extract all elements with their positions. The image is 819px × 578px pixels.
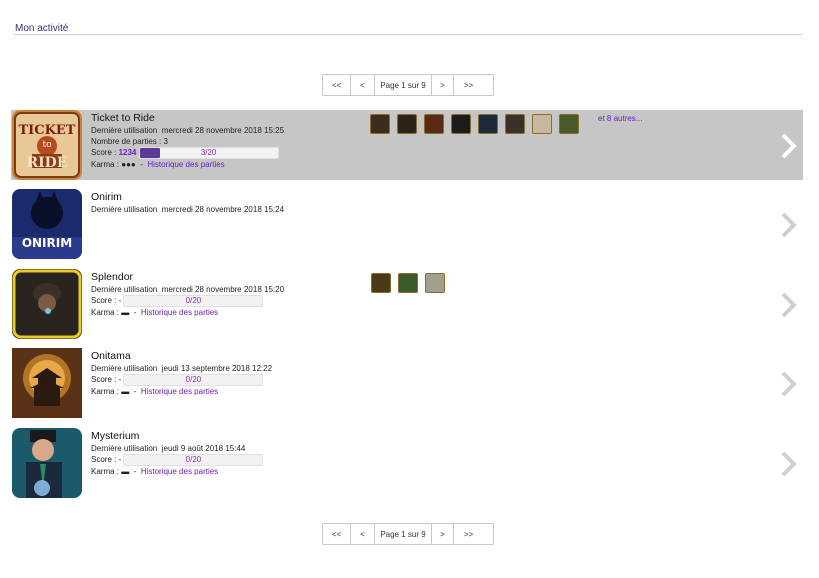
trophy-icon[interactable]	[532, 114, 552, 134]
more-trophies-link[interactable]: et 8 autres...	[598, 114, 642, 123]
progress-text: 0/20	[185, 455, 202, 464]
karma-value: ▬	[121, 387, 130, 396]
trophy-icon[interactable]	[424, 114, 444, 134]
trophy-list	[370, 114, 579, 134]
parties-count: Nombre de parties : 3	[91, 137, 168, 146]
page-indicator: Page 1 sur 9	[375, 75, 432, 95]
game-title[interactable]: Onitama	[91, 350, 272, 363]
progress-bar: 0/20	[123, 374, 264, 386]
game-info: Mysterium Dernière utilisation jeudi 9 a…	[91, 430, 264, 477]
progress-bar: 0/20	[123, 454, 264, 466]
last-used-line: Dernière utilisation jeudi 13 septembre …	[91, 364, 273, 373]
trophy-icon[interactable]	[397, 114, 417, 134]
game-row-onirim[interactable]: ONIRIM Onirim Dernière utilisation mercr…	[11, 189, 803, 259]
game-thumbnail-onitama[interactable]	[12, 348, 82, 418]
trophy-icon[interactable]	[559, 114, 579, 134]
last-used-date: mercredi 28 novembre 2018 15:20	[161, 285, 285, 294]
last-used-date: mercredi 28 novembre 2018 15:25	[161, 126, 285, 135]
history-link[interactable]: Historique des parties	[147, 160, 224, 169]
karma-line: Karma : ●●● - Historique des parties	[91, 160, 225, 169]
trophy-icon[interactable]	[451, 114, 471, 134]
game-info: Onitama Dernière utilisation jeudi 13 se…	[91, 350, 272, 397]
score-value: 1234	[118, 148, 137, 158]
history-link[interactable]: Historique des parties	[141, 467, 218, 476]
trophy-icon[interactable]	[505, 114, 525, 134]
thumb-text-onirim: ONIRIM	[22, 236, 72, 250]
game-info: Onirim Dernière utilisation mercredi 28 …	[91, 191, 284, 215]
first-page-button[interactable]: <<	[323, 524, 351, 544]
chevron-right-icon[interactable]	[779, 291, 799, 319]
chevron-right-icon[interactable]	[779, 132, 799, 160]
karma-line: Karma : ▬ - Historique des parties	[91, 387, 219, 396]
first-page-button[interactable]: <<	[323, 75, 351, 95]
progress-text: 3/20	[200, 148, 217, 157]
next-page-button[interactable]: >	[432, 524, 454, 544]
last-used-line: Dernière utilisation mercredi 28 novembr…	[91, 285, 285, 294]
last-used-line: Dernière utilisation jeudi 9 août 2018 1…	[91, 444, 246, 453]
progress-bar: 3/20	[138, 147, 279, 159]
last-used-line: Dernière utilisation mercredi 28 novembr…	[91, 205, 285, 214]
last-page-button[interactable]: >>	[454, 75, 483, 95]
karma-value: ●●●	[121, 160, 136, 169]
game-info: Ticket to Ride Dernière utilisation merc…	[91, 112, 284, 170]
score-line: Score : - 0/20	[91, 295, 284, 307]
last-used-date: mercredi 28 novembre 2018 15:24	[161, 205, 285, 214]
page-header: Mon activité	[14, 21, 802, 35]
trophy-icon[interactable]	[425, 273, 445, 293]
game-thumbnail-splendor[interactable]	[12, 269, 82, 339]
last-used-date: jeudi 9 août 2018 15:44	[161, 444, 246, 453]
karma-line: Karma : ▬ - Historique des parties	[91, 467, 219, 476]
progress-text: 0/20	[185, 375, 202, 384]
last-used-line: Dernière utilisation mercredi 28 novembr…	[91, 126, 285, 135]
prev-page-button[interactable]: <	[351, 524, 375, 544]
trophy-icon[interactable]	[371, 273, 391, 293]
history-link[interactable]: Historique des parties	[141, 387, 218, 396]
chevron-right-icon[interactable]	[779, 211, 799, 239]
game-title[interactable]: Mysterium	[91, 430, 263, 443]
thumb-text-ticket: TICKET	[19, 123, 76, 138]
karma-value: ▬	[121, 308, 130, 317]
karma-value: ▬	[121, 467, 130, 476]
page-indicator: Page 1 sur 9	[375, 524, 432, 544]
prev-page-button[interactable]: <	[351, 75, 375, 95]
thumb-text-ride: RIDE	[27, 155, 68, 171]
score-line: Score : - 0/20	[91, 374, 272, 386]
chevron-right-icon[interactable]	[779, 450, 799, 478]
game-row-ticket-to-ride[interactable]: TICKET to RIDE Ticket to Ride Dernière u…	[11, 110, 803, 180]
game-thumbnail-ticket-to-ride[interactable]: TICKET to RIDE	[12, 110, 82, 180]
progress-bar: 0/20	[123, 295, 264, 307]
trophy-icon[interactable]	[398, 273, 418, 293]
pagination-top: << < Page 1 sur 9 > >>	[322, 74, 494, 96]
next-page-button[interactable]: >	[432, 75, 454, 95]
last-used-date: jeudi 13 septembre 2018 12:22	[161, 364, 273, 373]
trophy-icon[interactable]	[478, 114, 498, 134]
game-thumbnail-onirim[interactable]: ONIRIM	[12, 189, 82, 259]
score-line: Score : 1234 3/20	[91, 147, 284, 159]
thumb-text-to: to	[42, 140, 51, 150]
trophy-list	[371, 273, 445, 293]
chevron-right-icon[interactable]	[779, 370, 799, 398]
game-row-onitama[interactable]: Onitama Dernière utilisation jeudi 13 se…	[11, 348, 803, 418]
game-title[interactable]: Onirim	[91, 191, 284, 204]
karma-line: Karma : ▬ - Historique des parties	[91, 308, 219, 317]
page-title: Mon activité	[15, 23, 69, 34]
game-title[interactable]: Ticket to Ride	[91, 112, 284, 125]
last-page-button[interactable]: >>	[454, 524, 483, 544]
game-title[interactable]: Splendor	[91, 271, 284, 284]
progress-text: 0/20	[185, 296, 202, 305]
pagination-bottom: << < Page 1 sur 9 > >>	[322, 523, 494, 545]
game-row-mysterium[interactable]: Mysterium Dernière utilisation jeudi 9 a…	[11, 428, 803, 498]
score-line: Score : - 0/20	[91, 454, 264, 466]
history-link[interactable]: Historique des parties	[141, 308, 218, 317]
trophy-icon[interactable]	[370, 114, 390, 134]
game-info: Splendor Dernière utilisation mercredi 2…	[91, 271, 284, 318]
game-thumbnail-mysterium[interactable]	[12, 428, 82, 498]
game-row-splendor[interactable]: Splendor Dernière utilisation mercredi 2…	[11, 269, 803, 339]
